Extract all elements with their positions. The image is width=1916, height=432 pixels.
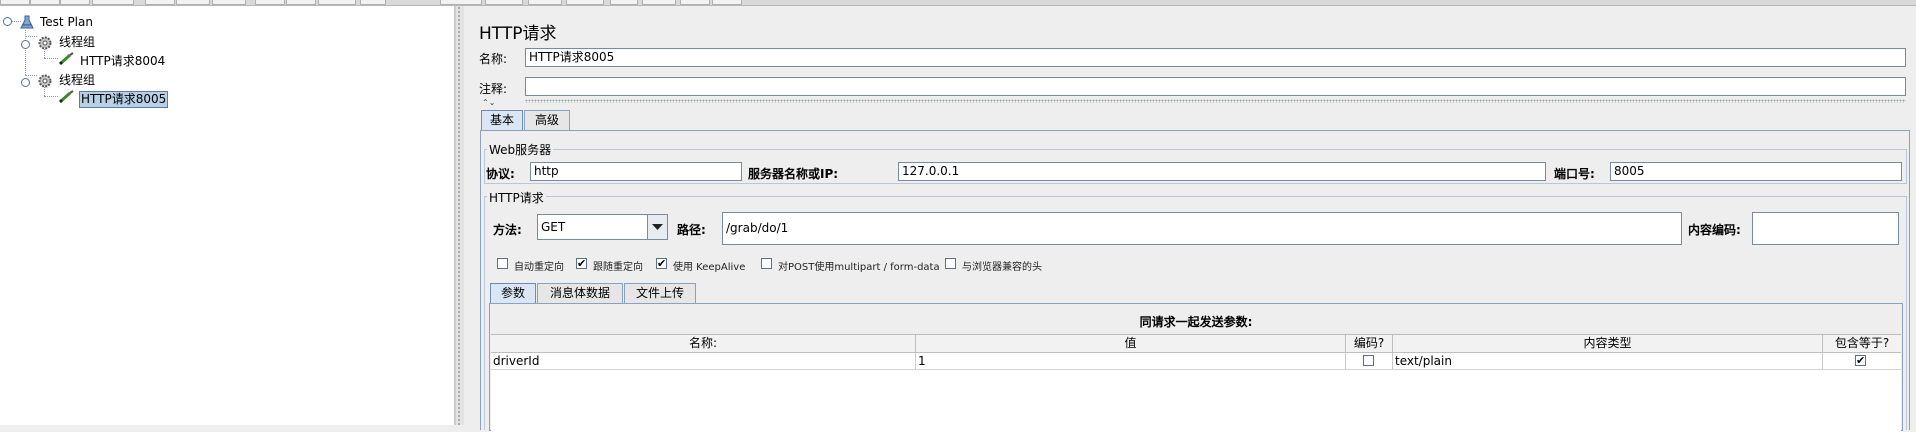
toolbar-button[interactable] [485, 0, 523, 5]
tab-files-upload[interactable]: 文件上传 [624, 283, 696, 303]
method-dropdown-button[interactable] [648, 214, 668, 240]
toolbar-button[interactable] [145, 0, 175, 5]
tree-connector [25, 36, 37, 37]
tree-item-thread-group[interactable]: 线程组 [59, 35, 95, 50]
sampler-pipette-icon [58, 90, 76, 104]
column-header-encode[interactable]: 编码? [1346, 335, 1393, 352]
browser-headers-label: 与浏览器兼容的头 [962, 262, 1042, 273]
name-field[interactable]: HTTP请求8005 [525, 48, 1906, 67]
encoding-label: 内容编码: [1688, 223, 1741, 237]
method-label: 方法: [493, 223, 522, 237]
toolbar-button[interactable] [566, 0, 604, 5]
toolbar-button[interactable] [642, 0, 676, 5]
tree-connector [44, 58, 58, 59]
tab-advanced[interactable]: 高级 [524, 110, 570, 130]
toolbar-button[interactable] [30, 0, 60, 5]
parameters-panel: 同请求一起发送参数: 名称: 值 编码? 内容类型 包含等于? driverId… [489, 303, 1903, 432]
expand-toggle-icon[interactable] [21, 78, 30, 87]
tree-connector [25, 75, 37, 76]
checkbox-multipart[interactable] [761, 258, 772, 269]
expand-toggle-icon[interactable] [21, 40, 30, 49]
toolbar-button[interactable] [360, 0, 386, 5]
toolbar-button[interactable] [0, 0, 30, 5]
toolbar-button[interactable] [60, 0, 90, 5]
cell-encode[interactable] [1346, 353, 1393, 369]
tab-basic[interactable]: 基本 [481, 110, 523, 130]
split-pane-grip [457, 6, 461, 425]
chevron-down-icon [652, 223, 663, 231]
tree-item-http-request-8005[interactable]: HTTP请求8005 [79, 91, 169, 108]
toolbar-button[interactable] [528, 0, 562, 5]
column-header-name[interactable]: 名称: [491, 335, 916, 352]
comment-field[interactable] [525, 77, 1906, 96]
checkbox-encode[interactable] [1363, 355, 1374, 366]
checkbox-auto-redirect[interactable] [497, 258, 508, 269]
port-label: 端口号: [1554, 167, 1595, 181]
toolbar-button[interactable] [680, 0, 710, 5]
server-field[interactable]: 127.0.0.1 [898, 162, 1546, 181]
tab-body-data[interactable]: 消息体数据 [537, 283, 623, 303]
section-splitter[interactable] [525, 99, 1906, 103]
http-request-group-title: HTTP请求 [487, 189, 546, 206]
test-plan-icon [20, 15, 34, 29]
tree-item-http-request-8004[interactable]: HTTP请求8004 [80, 54, 165, 69]
tree-item-test-plan[interactable]: Test Plan [40, 15, 93, 30]
name-label: 名称: [479, 52, 508, 66]
checkbox-include-equals[interactable]: ✔ [1855, 355, 1866, 366]
protocol-label: 协议: [486, 167, 515, 181]
comment-label: 注释: [479, 82, 508, 96]
port-field[interactable]: 8005 [1610, 162, 1902, 181]
toolbar-button[interactable] [610, 0, 638, 5]
server-label: 服务器名称或IP: [748, 167, 839, 181]
method-select[interactable]: GET [537, 214, 648, 240]
toolbar-button[interactable] [92, 0, 134, 5]
checkbox-browser-headers[interactable] [945, 258, 956, 269]
tree-connector [44, 96, 58, 97]
test-plan-tree[interactable]: Test Plan 线程组 HTTP请求8004 线程组 HTTP请求8005 [0, 6, 455, 425]
tree-item-thread-group[interactable]: 线程组 [59, 73, 95, 88]
parameters-caption: 同请求一起发送参数: [1139, 315, 1253, 329]
thread-group-gear-icon [37, 35, 53, 51]
thread-group-gear-icon [37, 73, 53, 89]
cell-include-equals[interactable]: ✔ [1823, 353, 1901, 369]
table-row[interactable]: driverId 1 text/plain ✔ [491, 353, 1901, 370]
sampler-pipette-icon [58, 52, 76, 66]
toolbar-button[interactable] [318, 0, 356, 5]
follow-redirects-label: 跟随重定向 [593, 262, 643, 273]
column-header-content-type[interactable]: 内容类型 [1393, 335, 1823, 352]
keepalive-label: 使用 KeepAlive [673, 262, 746, 273]
checkbox-follow-redirects[interactable]: ✔ [576, 258, 587, 269]
http-request-panel: HTTP请求 名称: HTTP请求8005 注释: ⌃⌄ 基本 高级 Web服务… [464, 6, 1916, 432]
cell-content-type[interactable]: text/plain [1393, 353, 1823, 369]
expand-toggle-icon[interactable] [3, 17, 12, 26]
toolbar-button[interactable] [176, 0, 210, 5]
toolbar-button[interactable] [440, 0, 482, 5]
panel-title: HTTP请求 [479, 24, 557, 44]
toolbar-button[interactable] [286, 0, 316, 5]
toolbar-button[interactable] [212, 0, 246, 5]
table-header: 名称: 值 编码? 内容类型 包含等于? [491, 335, 1901, 353]
encoding-field[interactable] [1752, 212, 1899, 245]
toolbar-button[interactable] [712, 0, 742, 5]
cell-value[interactable]: 1 [916, 353, 1346, 369]
collapse-arrows-icon[interactable]: ⌃⌄ [482, 99, 495, 107]
auto-redirect-label: 自动重定向 [514, 262, 564, 273]
tab-parameters[interactable]: 参数 [490, 283, 536, 303]
column-header-include-equals[interactable]: 包含等于? [1823, 335, 1901, 352]
parameters-table[interactable]: 名称: 值 编码? 内容类型 包含等于? driverId 1 text/pla… [491, 334, 1901, 432]
toolbar-button[interactable] [255, 0, 285, 5]
column-header-value[interactable]: 值 [916, 335, 1346, 352]
protocol-field[interactable]: http [530, 162, 742, 181]
multipart-label: 对POST使用multipart / form-data [778, 262, 940, 273]
path-field[interactable]: /grab/do/1 [722, 212, 1682, 245]
path-label: 路径: [677, 223, 706, 237]
checkbox-keepalive[interactable]: ✔ [656, 258, 667, 269]
cell-name[interactable]: driverId [491, 353, 916, 369]
web-server-group-title: Web服务器 [487, 141, 554, 158]
